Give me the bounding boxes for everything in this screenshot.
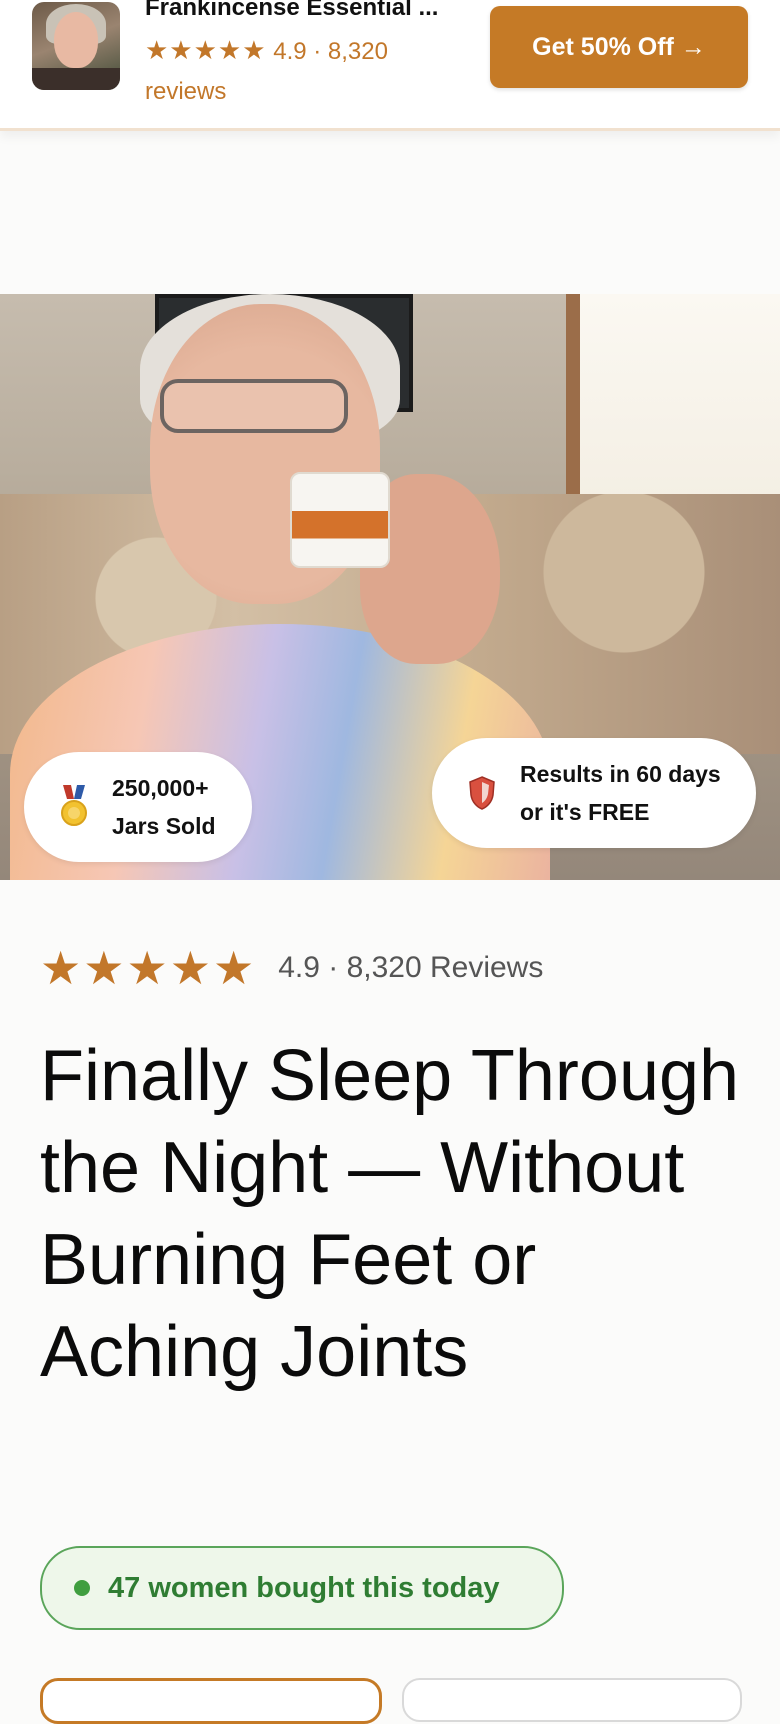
package-option-selected[interactable] bbox=[40, 1678, 382, 1724]
social-proof-pill: 47 women bought this today bbox=[40, 1546, 564, 1630]
badge-line1: 250,000+ bbox=[112, 775, 209, 801]
guarantee-badge: Results in 60 days or it's FREE bbox=[432, 738, 756, 848]
rating-text: 4.9 · 8,320 Reviews bbox=[278, 951, 544, 984]
badge-line2: or it's FREE bbox=[520, 799, 650, 825]
rating-summary: 4.9 · 8,320 bbox=[273, 38, 388, 65]
star-rating-icon: ★★★★★ bbox=[40, 942, 257, 994]
rating-suffix: reviews bbox=[145, 78, 227, 105]
badge-line1: Results in 60 days bbox=[520, 761, 721, 787]
badge-line2: Jars Sold bbox=[112, 813, 216, 839]
customer-avatar bbox=[32, 2, 120, 90]
jars-sold-badge: 250,000+ Jars Sold bbox=[24, 752, 252, 862]
social-proof-text: 47 women bought this today bbox=[108, 1571, 500, 1604]
star-rating-icon: ★★★★★ bbox=[145, 35, 267, 65]
package-option[interactable] bbox=[402, 1678, 742, 1722]
review-rating: ★★★★★ 4.9 · 8,320 Reviews bbox=[40, 944, 543, 992]
sticky-product-bar: Frankincense Essential ... ★★★★★ 4.9 · 8… bbox=[0, 0, 780, 131]
page-headline: Finally Sleep Through the Night — Withou… bbox=[40, 1036, 740, 1392]
shield-icon bbox=[460, 771, 504, 815]
medal-icon bbox=[52, 785, 96, 829]
live-dot-icon bbox=[74, 1580, 90, 1596]
product-jar bbox=[290, 472, 390, 568]
get-discount-button[interactable]: Get 50% Off → bbox=[490, 6, 748, 88]
glasses bbox=[160, 379, 348, 433]
product-title: Frankincense Essential ... bbox=[145, 0, 439, 21]
product-rating: ★★★★★ 4.9 · 8,320 reviews bbox=[145, 30, 445, 112]
